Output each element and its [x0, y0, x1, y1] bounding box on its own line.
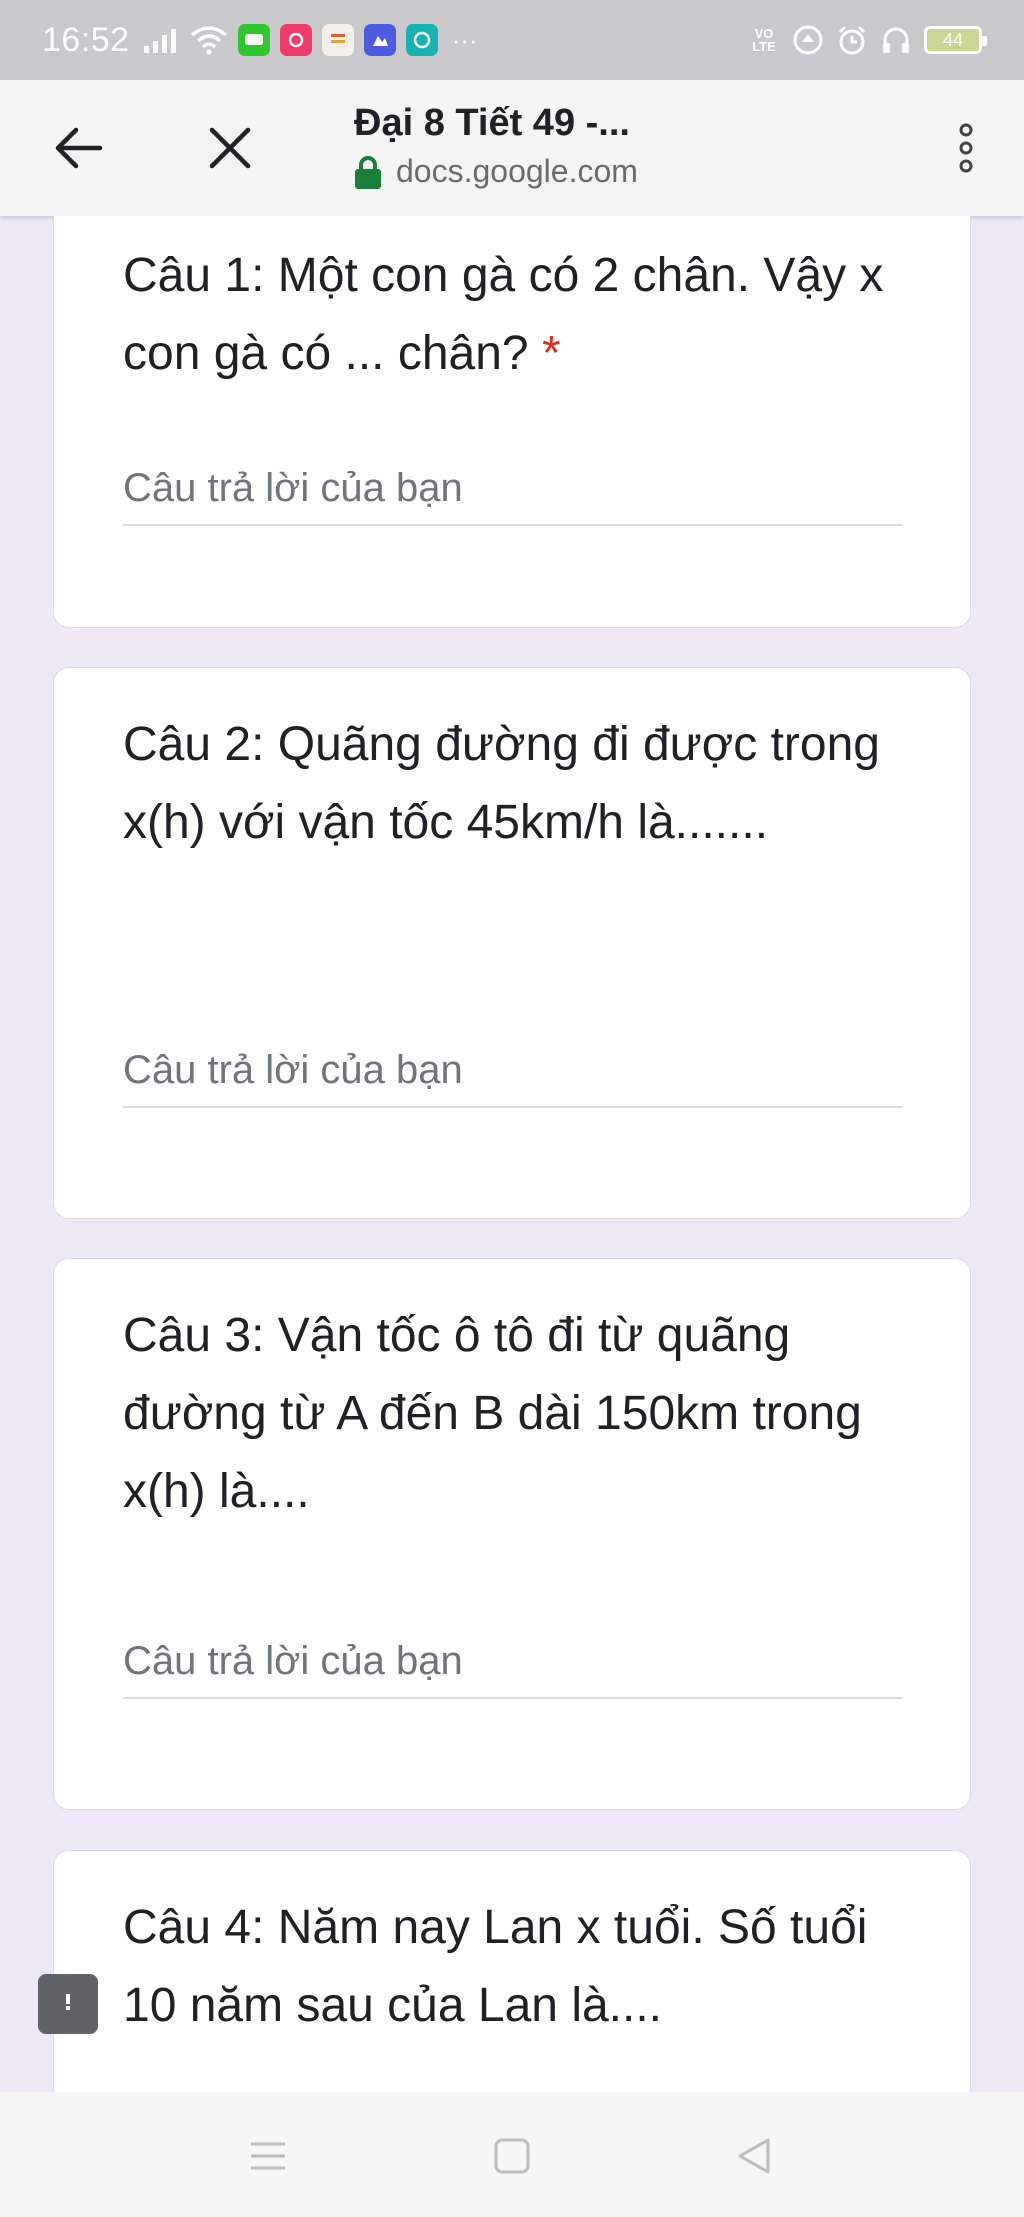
question-1-answer-input[interactable]: [123, 452, 903, 526]
question-4-text: Câu 4: Năm nay Lan x tuổi. Số tuổi 10 nă…: [123, 1901, 868, 2032]
more-notifications-icon: ···: [451, 24, 478, 55]
close-tab-button[interactable]: [196, 114, 264, 182]
battery-level: 44: [942, 29, 964, 50]
status-right-group: VO LTE 44: [748, 24, 987, 56]
question-card-1: Câu 1: Một con gà có 2 chân. Vậy x con g…: [53, 216, 971, 628]
question-card-3: Câu 3: Vận tốc ô tô đi từ quãng đường từ…: [53, 1258, 971, 1810]
recents-button[interactable]: [238, 2126, 298, 2186]
battery-icon: 44: [924, 26, 987, 54]
browser-app-icon: [405, 24, 438, 56]
back-button[interactable]: [44, 114, 112, 182]
question-card-4: Câu 4: Năm nay Lan x tuổi. Số tuổi 10 nă…: [53, 1850, 971, 2092]
back-triangle-icon: [738, 2138, 770, 2174]
home-button[interactable]: [482, 2126, 542, 2186]
back-nav-button[interactable]: [724, 2126, 784, 2186]
question-3-answer-input[interactable]: [123, 1625, 903, 1699]
system-nav-bar: [0, 2092, 1024, 2217]
question-2-answer-input[interactable]: [123, 1034, 903, 1108]
question-card-2: Câu 2: Quãng đường đi được trong x(h) vớ…: [53, 667, 971, 1219]
alarm-icon: [836, 24, 868, 56]
wifi-icon: [190, 26, 227, 55]
arrow-left-icon: [55, 127, 103, 169]
status-bar: 16:52 ··· VO LTE 44: [0, 0, 1024, 80]
signal-icon: [143, 27, 176, 53]
overflow-menu-button[interactable]: [932, 114, 1000, 182]
headphones-icon: [880, 24, 912, 56]
volte-icon: VO LTE: [752, 26, 776, 54]
more-vert-icon: [959, 123, 973, 173]
lock-icon: [355, 155, 381, 189]
close-icon: [209, 127, 251, 169]
news-app-icon: [321, 24, 354, 56]
page-title-area[interactable]: Đại 8 Tiết 49 -... docs.google.com: [354, 102, 794, 190]
form-content[interactable]: Câu 1: Một con gà có 2 chân. Vậy x con g…: [0, 216, 1024, 2092]
menu-icon: [251, 2142, 285, 2170]
gallery-app-icon: [363, 24, 396, 56]
data-saver-icon: [792, 24, 824, 56]
question-2-text: Câu 2: Quãng đường đi được trong x(h) vớ…: [123, 718, 880, 849]
status-time: 16:52: [42, 20, 130, 59]
question-3-text: Câu 3: Vận tốc ô tô đi từ quãng đường từ…: [123, 1309, 862, 1518]
camera-app-icon: [279, 24, 312, 56]
feedback-icon: [54, 1990, 82, 2020]
url-row: docs.google.com: [354, 153, 794, 190]
page-url: docs.google.com: [396, 153, 638, 189]
message-app-icon: [237, 24, 270, 56]
required-asterisk: *: [541, 327, 561, 380]
report-feedback-button[interactable]: [38, 1974, 98, 2034]
page-title: Đại 8 Tiết 49 -...: [354, 102, 630, 144]
browser-toolbar: Đại 8 Tiết 49 -... docs.google.com: [0, 80, 1024, 216]
question-1-text: Câu 1: Một con gà có 2 chân. Vậy x con g…: [123, 249, 884, 380]
home-square-icon: [494, 2138, 530, 2174]
